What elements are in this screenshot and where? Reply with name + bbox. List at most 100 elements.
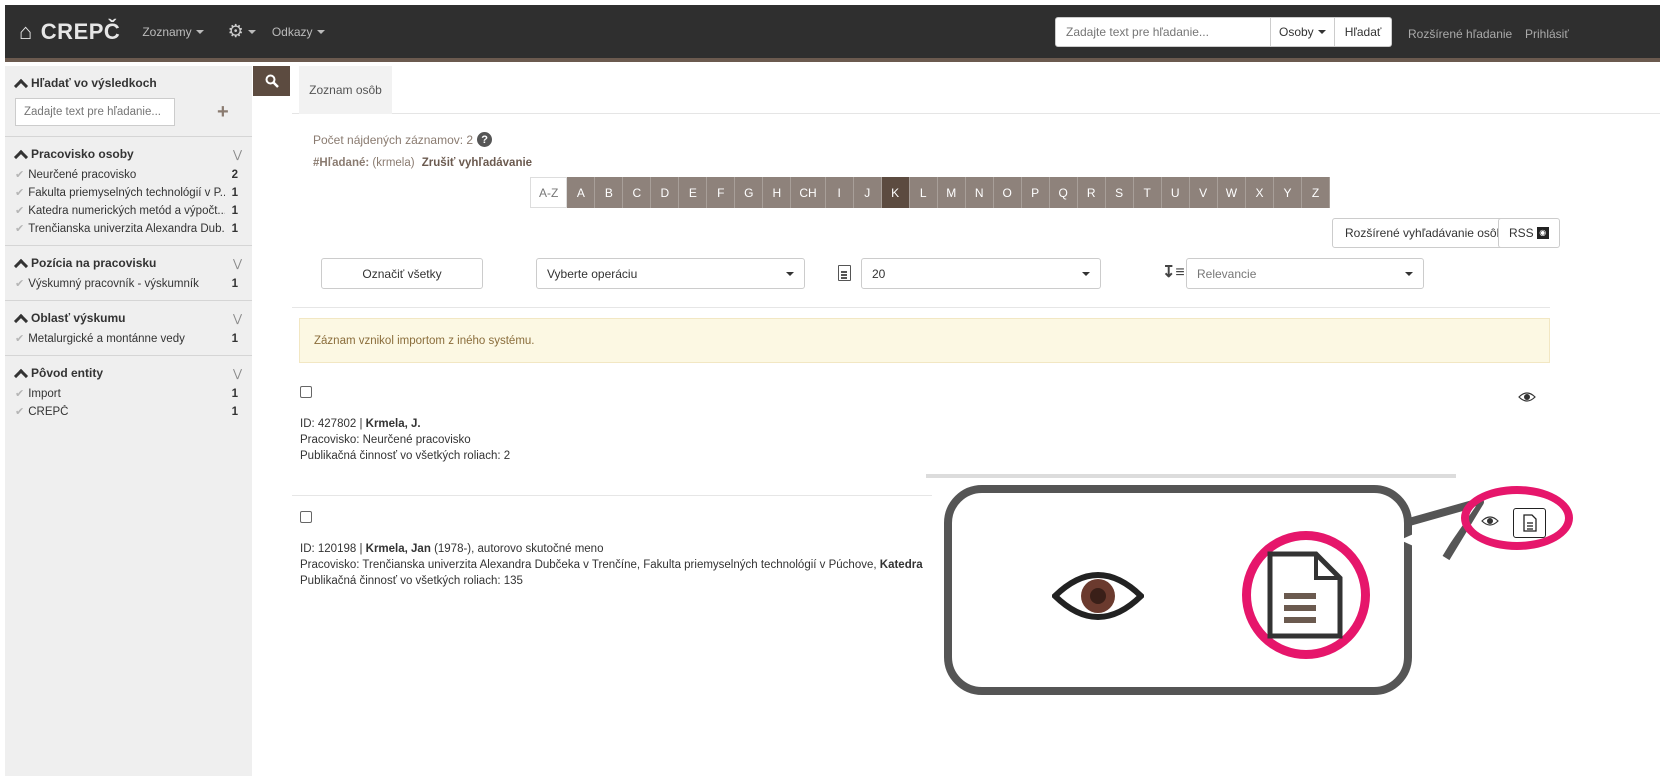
facet-header[interactable]: Pôvod entity ⋁ bbox=[15, 364, 242, 382]
menu-zoznamy[interactable]: Zoznamy bbox=[142, 25, 204, 39]
letter-c[interactable]: C bbox=[623, 177, 652, 208]
facet-item-label: Katedra numerických metód a výpočt... bbox=[28, 204, 225, 217]
letter-f[interactable]: F bbox=[707, 177, 736, 208]
record-name[interactable]: Krmela, Jan bbox=[366, 543, 431, 555]
double-chevron-down-icon[interactable]: ⋁ bbox=[233, 148, 242, 161]
plus-icon[interactable]: + bbox=[217, 101, 229, 124]
record-checkbox[interactable] bbox=[300, 511, 312, 523]
brand[interactable]: ⌂ CREPČ bbox=[19, 19, 120, 45]
letter-m[interactable]: M bbox=[937, 177, 966, 208]
rss-button[interactable]: RSS ◉ bbox=[1498, 218, 1560, 248]
letter-x[interactable]: X bbox=[1246, 177, 1275, 208]
query-summary: #Hľadané: (krmela) Zrušiť vyhľadávanie bbox=[313, 157, 532, 169]
global-search-input[interactable] bbox=[1055, 17, 1271, 47]
sidebar-toggle-button[interactable] bbox=[253, 66, 290, 96]
facet-item[interactable]: ✔ Fakulta priemyselných technológií v P..… bbox=[15, 186, 242, 200]
letter-z[interactable]: Z bbox=[1302, 177, 1331, 208]
search-in-results-title: Hľadať vo výsledkoch bbox=[31, 76, 157, 90]
document-icon bbox=[1522, 514, 1537, 532]
operation-select[interactable]: Vyberte operáciu bbox=[536, 258, 805, 289]
facet-header[interactable]: Oblasť výskumu ⋁ bbox=[15, 309, 242, 327]
facet-item[interactable]: ✔ Metalurgické a montánne vedy 1 bbox=[15, 332, 242, 346]
letter-t[interactable]: T bbox=[1133, 177, 1162, 208]
letter-e[interactable]: E bbox=[679, 177, 708, 208]
facet-item-count: 2 bbox=[231, 168, 238, 181]
facet-item[interactable]: ✔ Trenčianska univerzita Alexandra Dub...… bbox=[15, 222, 242, 236]
search-button[interactable]: Hľadať bbox=[1334, 17, 1393, 47]
letter-u[interactable]: U bbox=[1161, 177, 1190, 208]
letter-a[interactable]: A bbox=[567, 177, 596, 208]
page-size-select[interactable]: 20 bbox=[861, 258, 1101, 289]
double-chevron-down-icon[interactable]: ⋁ bbox=[233, 367, 242, 380]
letter-w[interactable]: W bbox=[1217, 177, 1247, 208]
letter-v[interactable]: V bbox=[1189, 177, 1218, 208]
menu-odkazy[interactable]: Odkazy bbox=[272, 25, 325, 39]
rss-icon: ◉ bbox=[1536, 227, 1549, 239]
letter-b[interactable]: B bbox=[595, 177, 624, 208]
record-item: ID: 427802 | Krmela, J. Pracovisko: Neur… bbox=[300, 416, 510, 464]
letter-k[interactable]: K bbox=[881, 177, 910, 208]
letter-j[interactable]: J bbox=[853, 177, 882, 208]
record-name[interactable]: Krmela, J. bbox=[366, 418, 421, 430]
letter-h[interactable]: H bbox=[763, 177, 792, 208]
facet-item[interactable]: ✔ Výskumný pracovník - výskumník 1 bbox=[15, 277, 242, 291]
letter-s[interactable]: S bbox=[1105, 177, 1134, 208]
facet-header[interactable]: Pracovisko osoby ⋁ bbox=[15, 145, 242, 163]
search-in-results-header[interactable]: Hľadať vo výsledkoch bbox=[15, 74, 242, 92]
facet-item-label: Výskumný pracovník - výskumník bbox=[28, 277, 199, 290]
query-label: #Hľadané: bbox=[313, 157, 370, 169]
facet-item[interactable]: ✔ Neurčené pracovisko 2 bbox=[15, 168, 242, 182]
letter-o[interactable]: O bbox=[993, 177, 1022, 208]
document-button[interactable] bbox=[1513, 508, 1546, 538]
mark-all-button[interactable]: Označiť všetky bbox=[321, 258, 483, 289]
double-chevron-down-icon[interactable]: ⋁ bbox=[233, 257, 242, 270]
facet-item-label: CREPČ bbox=[28, 405, 69, 418]
operation-select-value: Vyberte operáciu bbox=[547, 266, 638, 281]
gear-icon: ⚙ bbox=[227, 21, 244, 41]
advanced-person-search-button[interactable]: Rozšírené vyhľadávanie osôb bbox=[1332, 218, 1517, 248]
advanced-search-link[interactable]: Rozšírené hľadanie bbox=[1408, 27, 1512, 41]
record-checkbox[interactable] bbox=[300, 386, 312, 398]
letter-ch[interactable]: CH bbox=[791, 177, 826, 208]
facet-item[interactable]: ✔ CREPČ 1 bbox=[15, 405, 242, 419]
eye-icon[interactable] bbox=[1518, 392, 1536, 402]
settings-menu[interactable]: ⚙ bbox=[228, 21, 256, 42]
check-icon: ✔ bbox=[15, 223, 25, 235]
search-type-dropdown[interactable]: Osoby bbox=[1271, 17, 1335, 47]
letter-y[interactable]: Y bbox=[1274, 177, 1303, 208]
top-navbar: ⌂ CREPČ Zoznamy ⚙ Odkazy Osoby Hľadať Ro… bbox=[5, 5, 1660, 62]
clear-search-link[interactable]: Zrušiť vyhľadávanie bbox=[422, 157, 532, 169]
letter-g[interactable]: G bbox=[735, 177, 764, 208]
letter-d[interactable]: D bbox=[651, 177, 680, 208]
record-workplace-line: Pracovisko: Trenčianska univerzita Alexa… bbox=[300, 557, 926, 573]
search-in-results-input[interactable] bbox=[15, 98, 175, 126]
facet-item-label: Neurčené pracovisko bbox=[28, 168, 137, 181]
letter-i[interactable]: I bbox=[825, 177, 854, 208]
facet-header[interactable]: Pozícia na pracovisku ⋁ bbox=[15, 254, 242, 272]
letter-l[interactable]: L bbox=[909, 177, 938, 208]
facet-item-count: 1 bbox=[231, 222, 238, 235]
search-type-label: Osoby bbox=[1279, 25, 1314, 39]
letter-q[interactable]: Q bbox=[1049, 177, 1078, 208]
check-icon: ✔ bbox=[15, 406, 25, 418]
facet-item[interactable]: ✔ Import 1 bbox=[15, 387, 242, 401]
double-chevron-down-icon[interactable]: ⋁ bbox=[233, 312, 242, 325]
filter-sidebar: Hľadať vo výsledkoch + Pracovisko osoby … bbox=[5, 66, 252, 776]
tab-zoznam-osob[interactable]: Zoznam osôb bbox=[299, 66, 392, 114]
letter-a-z[interactable]: A-Z bbox=[530, 177, 568, 208]
global-search: Osoby Hľadať bbox=[1055, 17, 1393, 47]
question-icon[interactable]: ? bbox=[477, 132, 493, 147]
eye-icon[interactable] bbox=[1481, 516, 1499, 526]
facet-item-count: 1 bbox=[231, 186, 238, 199]
login-link[interactable]: Prihlásiť bbox=[1525, 27, 1569, 41]
chevron-up-icon bbox=[15, 313, 25, 323]
facet-item[interactable]: ✔ Katedra numerických metód a výpočt... 1 bbox=[15, 204, 242, 218]
check-icon: ✔ bbox=[15, 333, 25, 345]
sort-select[interactable]: Relevancie bbox=[1186, 258, 1424, 289]
letter-n[interactable]: N bbox=[965, 177, 994, 208]
sort-icon: ↧≡ bbox=[1162, 264, 1185, 281]
query-value: (krmela) bbox=[372, 157, 415, 169]
letter-r[interactable]: R bbox=[1077, 177, 1106, 208]
letter-p[interactable]: P bbox=[1021, 177, 1050, 208]
alphabet-filter: A-Z A B C D E F G H CH I J K L M N O P Q R S T U V W X Y Z bbox=[530, 177, 1331, 208]
